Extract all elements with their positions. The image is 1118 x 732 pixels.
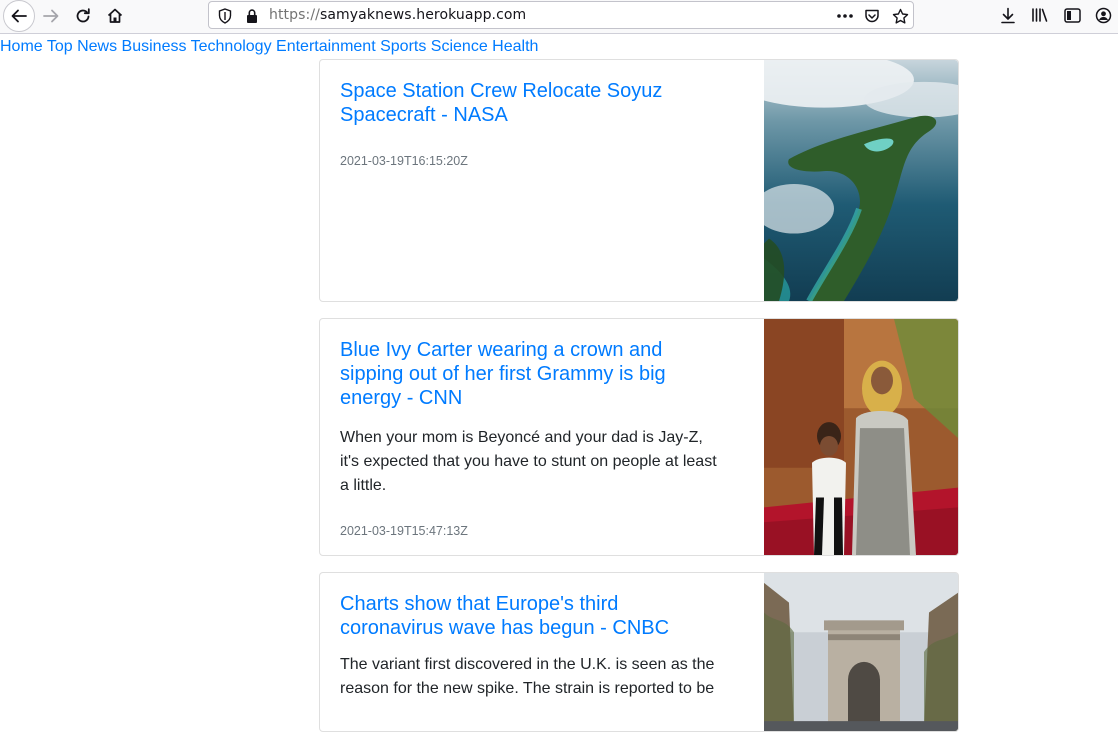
account-icon[interactable]: [1094, 6, 1112, 24]
article-title[interactable]: Charts show that Europe's third coronavi…: [340, 592, 720, 640]
article-card: Charts show that Europe's third coronavi…: [319, 572, 959, 732]
article-description: When your mom is Beyoncé and your dad is…: [340, 429, 717, 494]
category-nav: Home Top News Business Technology Entert…: [0, 37, 538, 57]
nav-home[interactable]: Home: [0, 38, 43, 55]
nav-health[interactable]: Health: [492, 38, 538, 55]
article-card: Space Station Crew Relocate Soyuz Spacec…: [319, 59, 959, 302]
article-body: Space Station Crew Relocate Soyuz Spacec…: [340, 79, 720, 170]
article-body: Blue Ivy Carter wearing a crown and sipp…: [340, 338, 720, 540]
url-host: samyaknews.herokuapp.com: [319, 7, 527, 23]
home-button[interactable]: [100, 1, 130, 31]
nav-technology[interactable]: Technology: [191, 38, 272, 55]
lock-icon[interactable]: [244, 8, 260, 24]
url-text[interactable]: https://samyaknews.herokuapp.com: [269, 7, 526, 23]
url-bar[interactable]: https://samyaknews.herokuapp.com: [208, 1, 914, 29]
more-actions-icon[interactable]: [835, 8, 855, 24]
red-carpet-photo: [764, 319, 958, 555]
forward-arrow-icon: [43, 9, 59, 23]
browser-toolbar: https://samyaknews.herokuapp.com: [0, 0, 1118, 34]
nav-entertainment[interactable]: Entertainment: [276, 38, 376, 55]
url-scheme: https://: [269, 7, 320, 23]
nav-business[interactable]: Business: [122, 38, 187, 55]
article-description: The variant first discovered in the U.K.…: [340, 656, 715, 697]
back-button[interactable]: [3, 0, 35, 32]
article-image[interactable]: [764, 319, 958, 555]
aerial-island-photo: [764, 60, 958, 301]
back-arrow-icon: [11, 9, 27, 23]
library-icon[interactable]: [1031, 6, 1049, 24]
nav-science[interactable]: Science: [431, 38, 488, 55]
arc-de-triomphe-photo: [764, 573, 958, 731]
article-date: 2021-03-19T16:15:20Z: [340, 154, 468, 168]
shield-icon[interactable]: [217, 8, 233, 24]
article-date: 2021-03-19T15:47:13Z: [340, 524, 468, 538]
pocket-icon[interactable]: [863, 8, 881, 24]
forward-button[interactable]: [36, 1, 66, 31]
article-title[interactable]: Space Station Crew Relocate Soyuz Spacec…: [340, 79, 720, 127]
sidebar-icon[interactable]: [1063, 6, 1081, 24]
downloads-icon[interactable]: [999, 6, 1017, 24]
nav-top-news[interactable]: Top News: [47, 38, 117, 55]
article-image[interactable]: [764, 60, 958, 301]
article-card: Blue Ivy Carter wearing a crown and sipp…: [319, 318, 959, 556]
nav-sports[interactable]: Sports: [380, 38, 426, 55]
article-image[interactable]: [764, 573, 958, 731]
article-body: Charts show that Europe's third coronavi…: [340, 592, 720, 701]
home-icon: [107, 8, 123, 23]
reload-button[interactable]: [68, 1, 98, 31]
reload-icon: [76, 8, 90, 23]
bookmark-star-icon[interactable]: [891, 8, 909, 24]
article-title[interactable]: Blue Ivy Carter wearing a crown and sipp…: [340, 338, 720, 410]
